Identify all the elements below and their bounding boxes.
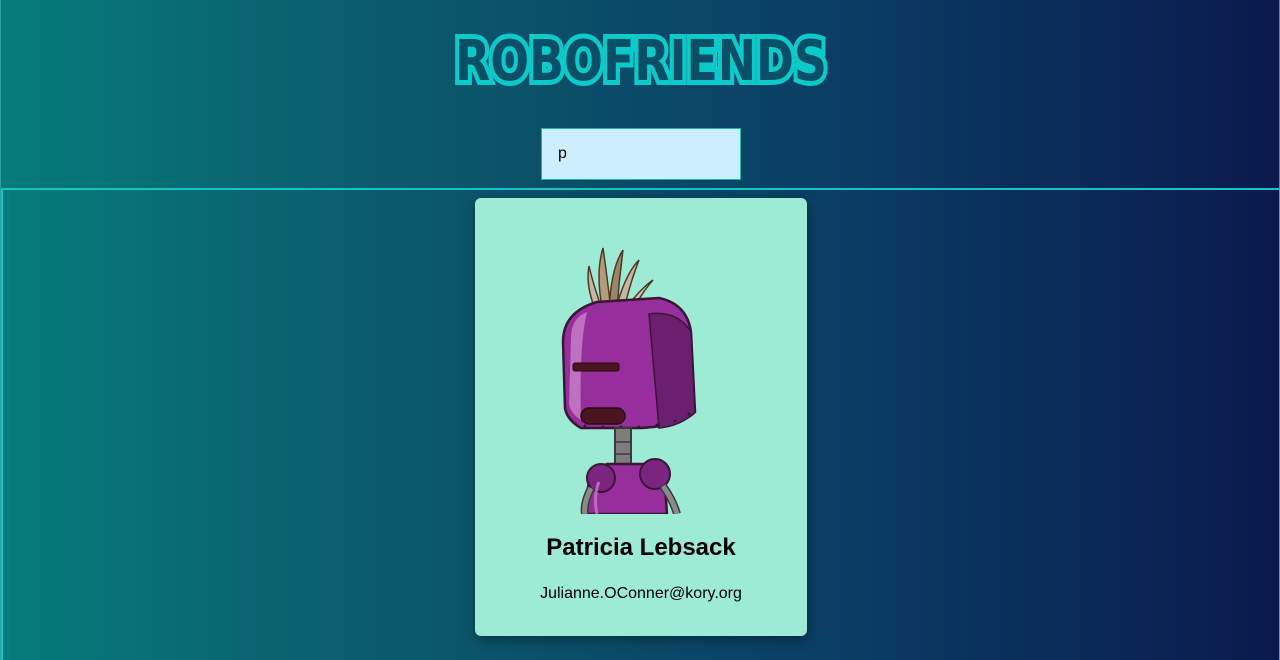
- robot-card[interactable]: Patricia Lebsack Julianne.OConner@kory.o…: [475, 198, 807, 636]
- robot-avatar-icon: [561, 247, 697, 514]
- robot-name: Patricia Lebsack: [546, 534, 736, 561]
- search-input[interactable]: [541, 128, 741, 180]
- app-title: ROBOFRIENDS ROBOFRIENDS: [450, 24, 832, 99]
- robot-email: Julianne.OConner@kory.org: [540, 585, 742, 602]
- header: ROBOFRIENDS ROBOFRIENDS: [1, 0, 1280, 188]
- app-title-inner: ROBOFRIENDS: [455, 29, 827, 94]
- title-container: ROBOFRIENDS ROBOFRIENDS: [1, 24, 1280, 99]
